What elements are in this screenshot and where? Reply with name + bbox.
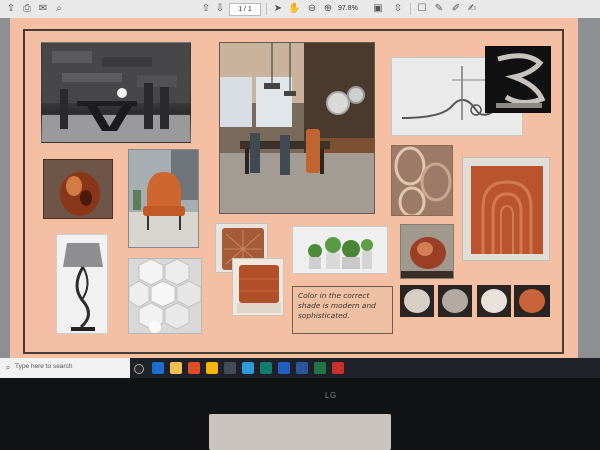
toolbar-divider [266, 3, 267, 15]
hex-tile-wall-photo [128, 258, 202, 334]
down-arrow-icon[interactable]: ⇩ [214, 3, 226, 15]
toolbar-divider [410, 3, 411, 15]
glass-bowl-photo [400, 224, 454, 279]
fit-page-icon[interactable]: ▣ [372, 3, 384, 15]
mail-app-icon[interactable] [242, 362, 254, 374]
hand-icon[interactable]: ✋ [288, 3, 300, 15]
table-lamp-photo [56, 234, 108, 334]
cursor-icon[interactable]: ➤ [272, 3, 284, 15]
app-icon[interactable] [224, 362, 236, 374]
moodboard-caption: Color in the correct shade is modern and… [292, 286, 393, 334]
windows-taskbar: ⌕ Type here to search [0, 358, 600, 378]
search-icon[interactable]: ⌕ [53, 3, 65, 15]
photos-icon[interactable] [260, 362, 272, 374]
orange-chair-photo [128, 149, 199, 248]
page-number-field[interactable]: 1 / 1 [229, 3, 261, 16]
excel-icon[interactable] [314, 362, 326, 374]
scroll-icon[interactable]: ⇳ [392, 3, 404, 15]
pattern-tile-photo [391, 145, 453, 216]
firefox-icon[interactable] [188, 362, 200, 374]
sign-icon[interactable]: ✍ [466, 3, 478, 15]
dining-room-photo [219, 42, 375, 214]
color-swatch-stone [438, 285, 472, 317]
color-swatch-cream [477, 285, 511, 317]
edge-icon[interactable] [152, 362, 164, 374]
ribbon-sculpture [485, 46, 551, 113]
mail-icon[interactable]: ✉ [37, 3, 49, 15]
copper-vase-photo [43, 159, 113, 219]
stone-wall-dining-photo [41, 42, 191, 143]
zoom-level[interactable]: 97.8% [338, 3, 364, 14]
print-icon[interactable]: ⎙ [21, 3, 33, 15]
desk-object [209, 414, 391, 450]
monitor-brand-logo: LG [325, 391, 337, 400]
potted-plants-photo [292, 226, 388, 274]
taskbar-search-placeholder: Type here to search [15, 363, 73, 370]
task-view-icon[interactable] [134, 364, 144, 374]
comment-icon[interactable]: ☐ [416, 3, 428, 15]
rust-arch-artwork [462, 157, 550, 261]
pen-icon[interactable]: ✎ [433, 3, 445, 15]
word-icon[interactable] [296, 362, 308, 374]
color-swatch-rust [514, 285, 550, 317]
upload-icon[interactable]: ⇪ [5, 3, 17, 15]
up-arrow-icon[interactable]: ⇧ [200, 3, 212, 15]
store-icon[interactable] [278, 362, 290, 374]
rust-pillow-photo [232, 258, 284, 316]
moodboard-page: Color in the correct shade is modern and… [10, 18, 578, 358]
zoom-in-icon[interactable]: ⊕ [322, 3, 334, 15]
search-icon: ⌕ [5, 363, 11, 372]
color-swatch-charcoal [400, 285, 434, 317]
acrobat-icon[interactable] [332, 362, 344, 374]
chrome-icon[interactable] [206, 362, 218, 374]
taskbar-search[interactable]: ⌕ Type here to search [0, 358, 130, 378]
highlight-icon[interactable]: ✐ [450, 3, 462, 15]
file-explorer-icon[interactable] [170, 362, 182, 374]
zoom-out-icon[interactable]: ⊖ [306, 3, 318, 15]
pdf-toolbar: ⇪ ⎙ ✉ ⌕ ⇧ ⇩ 1 / 1 ➤ ✋ ⊖ ⊕ 97.8% ▣ ⇳ ☐ ✎ … [0, 0, 600, 19]
